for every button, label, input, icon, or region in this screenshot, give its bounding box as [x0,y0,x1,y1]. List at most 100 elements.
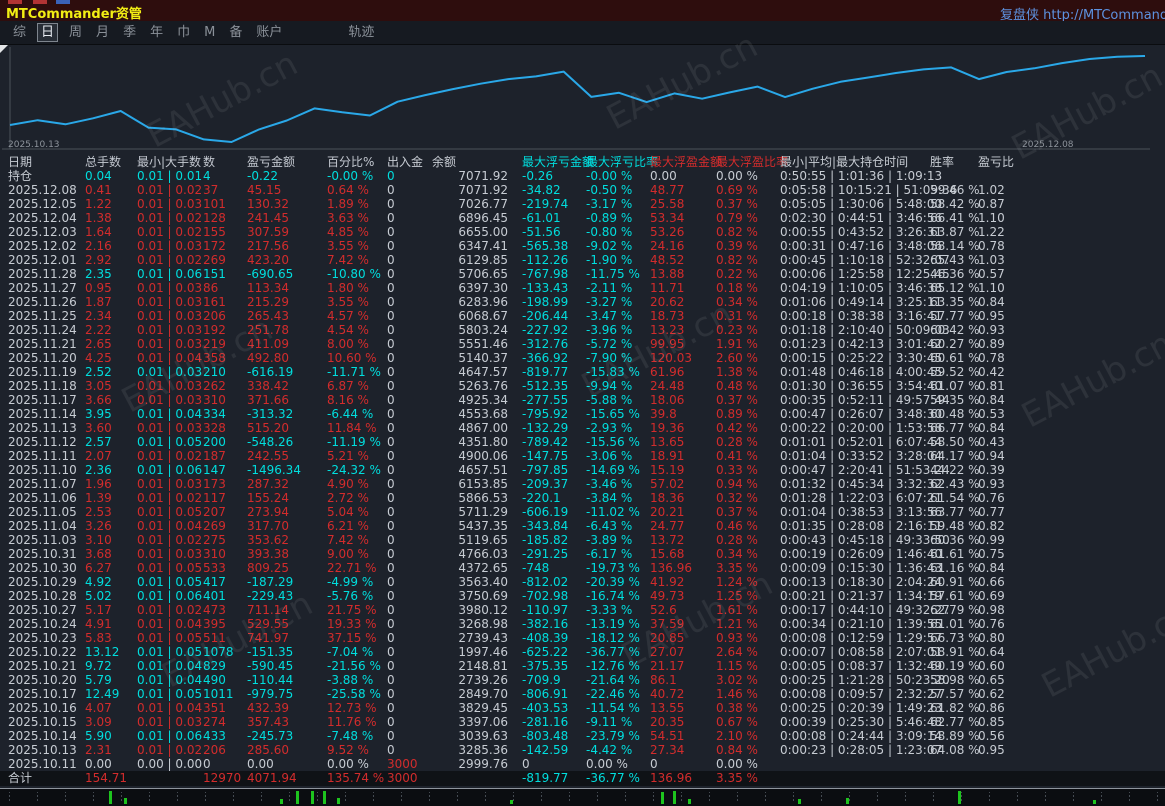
table-row[interactable]: 2025.12.08 0.41 0.01 | 0.02 37 45.15 0.6… [0,183,1165,197]
cell-max-float-profit-pct: 1.15 % [716,659,758,673]
cell-lots: 1.96 [85,477,112,491]
cell-pct: -21.56 % [327,659,381,673]
cell-count: 274 [203,715,226,729]
cell-minmax: 0.01 | 0.02 [137,253,202,267]
table-row[interactable]: 2025.10.21 9.72 0.01 | 0.04 829 -590.45 … [0,659,1165,673]
table-row[interactable]: 2025.11.24 2.22 0.01 | 0.03 192 251.78 4… [0,323,1165,337]
table-row[interactable]: 2025.11.21 2.65 0.01 | 0.03 219 411.09 8… [0,337,1165,351]
cell-balance: 4766.03 [432,547,508,561]
table-row[interactable]: 2025.11.04 3.26 0.01 | 0.04 269 317.70 6… [0,519,1165,533]
table-row[interactable]: 2025.10.31 3.68 0.01 | 0.03 310 393.38 9… [0,547,1165,561]
table-row[interactable]: 2025.11.25 2.34 0.01 | 0.03 206 265.43 4… [0,309,1165,323]
table-row[interactable]: 2025.11.07 1.96 0.01 | 0.03 173 287.32 4… [0,477,1165,491]
menu-item[interactable]: 年 [147,24,166,41]
cell-hold-time: 0:00:25 | 1:21:28 | 50:23:20 [780,673,950,687]
cell-date: 2025.12.03 [8,225,77,239]
cell-date: 2025.10.30 [8,561,77,575]
table-row[interactable]: 2025.11.05 2.53 0.01 | 0.05 207 273.94 5… [0,505,1165,519]
table-row[interactable]: 2025.11.13 3.60 0.01 | 0.03 328 515.20 1… [0,421,1165,435]
cell-balance: 1997.46 [432,645,508,659]
cell-pl-ratio: 0.42 [978,365,1005,379]
cell-pct: 19.33 % [327,617,377,631]
cell-max-float-loss-pct: -20.39 % [586,575,640,589]
table-row[interactable]: 2025.10.16 4.07 0.01 | 0.04 351 432.39 1… [0,701,1165,715]
table-row[interactable]: 2025.10.14 5.90 0.01 | 0.06 433 -245.73 … [0,729,1165,743]
cell-hold-time: 0:00:07 | 0:08:58 | 2:07:01 [780,645,942,659]
menu-item[interactable]: 账户 [253,24,285,41]
table-row[interactable]: 2025.10.15 3.09 0.01 | 0.03 274 357.43 1… [0,715,1165,729]
table-row[interactable]: 2025.12.05 1.22 0.01 | 0.03 101 130.32 1… [0,197,1165,211]
cell-max-float-profit: 40.72 [650,687,684,701]
table-row[interactable]: 2025.11.17 3.66 0.01 | 0.03 310 371.66 8… [0,393,1165,407]
cell-balance: 5803.24 [432,323,508,337]
table-row[interactable]: 2025.12.04 1.38 0.01 | 0.02 128 241.45 3… [0,211,1165,225]
cell-balance: 5866.53 [432,491,508,505]
cell-cash: 0 [387,589,395,603]
table-row[interactable]: 2025.12.01 2.92 0.01 | 0.02 269 423.20 7… [0,253,1165,267]
cell-balance: 6153.85 [432,477,508,491]
table-row[interactable]: 2025.10.30 6.27 0.01 | 0.05 533 809.25 2… [0,561,1165,575]
table-row[interactable]: 2025.10.27 5.17 0.01 | 0.02 473 711.14 2… [0,603,1165,617]
cell-hold-time: 0:01:30 | 0:36:55 | 3:54:40 [780,379,942,393]
table-row[interactable]: 2025.11.03 3.10 0.01 | 0.02 275 353.62 7… [0,533,1165,547]
cell-hold-time: 0:01:04 | 0:33:52 | 3:28:04 [780,449,942,463]
cell-hold-time: 0:00:13 | 0:18:30 | 2:04:24 [780,575,942,589]
cell-max-float-profit-pct: 0.94 % [716,477,758,491]
cell-minmax: 0.01 | 0.02 [137,491,202,505]
table-row[interactable]: 2025.10.11 0.00 0.00 | 0.00 0 0.00 0.00 … [0,757,1165,771]
table-row[interactable]: 2025.11.06 1.39 0.01 | 0.02 117 155.24 2… [0,491,1165,505]
table-row[interactable]: 2025.10.28 5.02 0.01 | 0.06 401 -229.43 … [0,589,1165,603]
menu-item[interactable]: 备 [226,24,245,41]
cell-hold-time: 0:00:19 | 0:26:09 | 1:46:40 [780,547,942,561]
cell-date: 2025.11.27 [8,281,77,295]
table-row[interactable]: 2025.11.18 3.05 0.01 | 0.03 262 338.42 6… [0,379,1165,393]
table-row[interactable]: 2025.11.27 0.95 0.01 | 0.03 86 113.34 1.… [0,281,1165,295]
table-row[interactable]: 2025.10.20 5.79 0.01 | 0.04 490 -110.44 … [0,673,1165,687]
menu-item[interactable]: 周 [66,24,85,41]
menu-item[interactable]: 日 [37,23,58,42]
cell-count: 0 [203,757,211,771]
table-row[interactable]: 2025.12.03 1.64 0.01 | 0.02 155 307.59 4… [0,225,1165,239]
cell-pl-ratio: 0.87 [978,197,1005,211]
cell-max-float-profit: 20.21 [650,505,684,519]
menu-item[interactable]: 综 [10,24,29,41]
cell-pl: 113.34 [247,281,289,295]
cell-minmax: 0.01 | 0.03 [137,379,202,393]
cell-count: 147 [203,463,226,477]
cell-pl-ratio: 1.22 [978,225,1005,239]
menu-item[interactable]: M [201,24,218,41]
menu-item[interactable]: 轨迹 [345,24,377,41]
menu-item[interactable]: 月 [93,24,112,41]
table-row[interactable]: 2025.11.26 1.87 0.01 | 0.03 161 215.29 3… [0,295,1165,309]
table-row[interactable]: 2025.11.11 2.07 0.01 | 0.02 187 242.55 5… [0,449,1165,463]
activity-bar [124,798,127,804]
cell-lots: 2.22 [85,323,112,337]
table-row[interactable]: 2025.11.19 2.52 0.01 | 0.03 210 -616.19 … [0,365,1165,379]
open-position-row[interactable]: 持仓 0.04 0.01 | 0.01 4 -0.22 -0.00 % 0 70… [0,169,1165,183]
cell-hold-time: 0:00:09 | 0:15:30 | 1:36:43 [780,561,942,575]
table-row[interactable]: 2025.11.10 2.36 0.01 | 0.06 147 -1496.34… [0,463,1165,477]
cell-pl: -590.45 [247,659,293,673]
table-row[interactable]: 2025.10.17 12.49 0.01 | 0.05 1011 -979.7… [0,687,1165,701]
table-row[interactable]: 2025.12.02 2.16 0.01 | 0.03 172 217.56 3… [0,239,1165,253]
table-row[interactable]: 2025.11.14 3.95 0.01 | 0.04 334 -313.32 … [0,407,1165,421]
table-row[interactable]: 2025.10.23 5.83 0.01 | 0.05 511 741.97 3… [0,631,1165,645]
table-row[interactable]: 2025.11.12 2.57 0.01 | 0.05 200 -548.26 … [0,435,1165,449]
cell-max-float-loss-pct: -15.65 % [586,407,640,421]
cell-cash: 0 [387,393,395,407]
cell-lots: 0.00 [85,757,112,771]
table-row[interactable]: 2025.10.22 13.12 0.01 | 0.05 1078 -151.3… [0,645,1165,659]
cell-max-float-loss-pct: -15.83 % [586,365,640,379]
table-row[interactable]: 2025.10.24 4.91 0.01 | 0.04 395 529.55 1… [0,617,1165,631]
cell-max-float-profit: 48.77 [650,183,684,197]
table-row[interactable]: 2025.10.29 4.92 0.01 | 0.05 417 -187.29 … [0,575,1165,589]
cell-cash: 0 [387,519,395,533]
menu-item[interactable]: 巾 [174,24,193,41]
cell-win-rate: 60.36 % [930,533,980,547]
cell-count: 155 [203,225,226,239]
cell-max-float-loss: -382.16 [522,617,568,631]
table-row[interactable]: 2025.10.13 2.31 0.01 | 0.02 206 285.60 9… [0,743,1165,757]
menu-item[interactable]: 季 [120,24,139,41]
table-row[interactable]: 2025.11.28 2.35 0.01 | 0.06 151 -690.65 … [0,267,1165,281]
table-row[interactable]: 2025.11.20 4.25 0.01 | 0.04 358 492.80 1… [0,351,1165,365]
